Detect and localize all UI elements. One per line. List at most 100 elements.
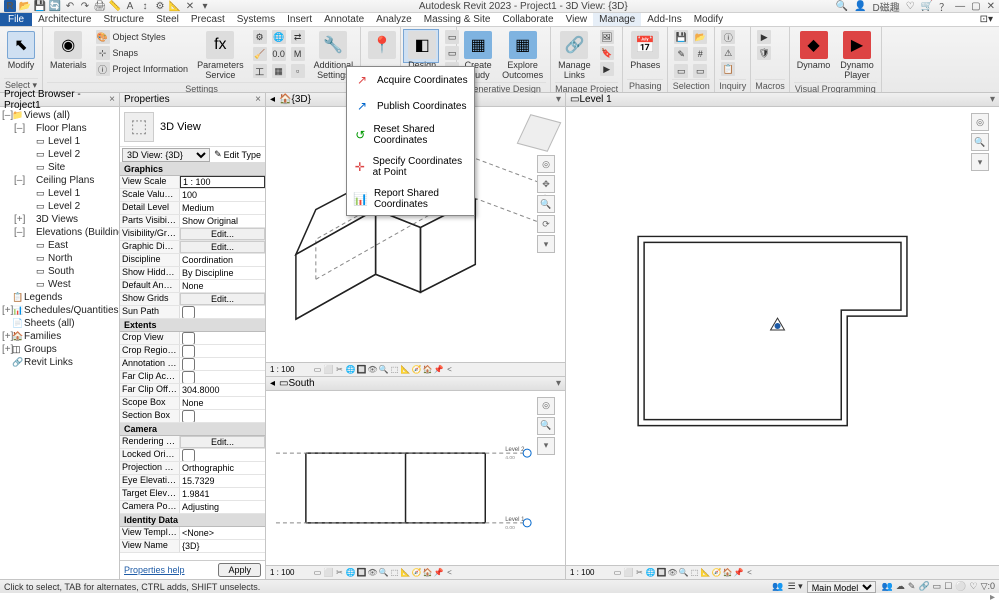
view-tool-icon[interactable]: 🌐 bbox=[645, 567, 656, 578]
view-tool-icon[interactable]: 🌐 bbox=[345, 364, 356, 375]
view-tool-icon[interactable]: ⬜ bbox=[623, 567, 634, 578]
ribbon-collapse-icon[interactable]: ⊡▾ bbox=[974, 13, 999, 26]
view-tool-icon[interactable]: 🔲 bbox=[356, 567, 367, 578]
tree-node[interactable]: ▭Level 1 bbox=[2, 135, 117, 148]
view-3d-max-icon[interactable]: ▾ bbox=[556, 94, 561, 105]
prop-row[interactable]: Visibility/Grap...Edit... bbox=[120, 228, 265, 241]
tree-node[interactable]: 📋Legends bbox=[2, 291, 117, 304]
nav-more-icon[interactable]: ▾ bbox=[537, 235, 555, 253]
help-icon[interactable]: ？ bbox=[939, 0, 949, 14]
location-button[interactable]: 📍 bbox=[365, 29, 399, 61]
purge-button[interactable]: 🧹 bbox=[251, 46, 269, 62]
tab-manage[interactable]: Manage bbox=[593, 13, 641, 26]
prop-row[interactable]: Projection Mo...Orthographic bbox=[120, 462, 265, 475]
tree-node[interactable]: 🔗Revit Links bbox=[2, 356, 117, 369]
status-ws-icon[interactable]: 👥 bbox=[772, 581, 783, 592]
status-heart-icon[interactable]: ♡ bbox=[969, 581, 977, 592]
view-tool-icon[interactable]: 🧭 bbox=[411, 364, 422, 375]
snaps-button[interactable]: ⊹Snaps bbox=[94, 45, 191, 61]
prop-row[interactable]: Crop View bbox=[120, 332, 265, 345]
decal-button[interactable]: 🔖 bbox=[598, 45, 616, 61]
tree-node[interactable]: ▭North bbox=[2, 252, 117, 265]
nav-zoom-icon[interactable]: 🔍 bbox=[537, 195, 555, 213]
properties-help-link[interactable]: Properties help bbox=[124, 565, 185, 575]
nav-wheel-icon[interactable]: ◎ bbox=[537, 155, 555, 173]
tab-annotate[interactable]: Annotate bbox=[318, 13, 370, 26]
view-level1-max-icon[interactable]: ▾ bbox=[990, 94, 995, 105]
properties-grid[interactable]: GraphicsView Scale1 : 100Scale Value 1:1… bbox=[120, 163, 265, 560]
prop-row[interactable]: Default Analys...None bbox=[120, 280, 265, 293]
nav-more-icon[interactable]: ▾ bbox=[971, 153, 989, 171]
prop-row[interactable]: Detail LevelMedium bbox=[120, 202, 265, 215]
explore-outcomes-button[interactable]: ▦Explore Outcomes bbox=[499, 29, 546, 82]
dynamo-player-button[interactable]: ▶Dynamo Player bbox=[837, 29, 877, 82]
prop-row[interactable]: View Template<None> bbox=[120, 527, 265, 540]
prop-row[interactable]: Show GridsEdit... bbox=[120, 293, 265, 306]
view-tool-icon[interactable]: 👁 bbox=[367, 567, 378, 578]
view-level1-canvas[interactable]: ◎ 🔍 ▾ bbox=[566, 107, 999, 565]
view-tool-icon[interactable]: < bbox=[744, 567, 755, 578]
view-tool-icon[interactable]: ⬚ bbox=[389, 567, 400, 578]
close-tab-icon[interactable]: ◂ bbox=[270, 378, 275, 389]
view-tool-icon[interactable]: ⬜ bbox=[323, 567, 334, 578]
prop-group[interactable]: Extents bbox=[120, 319, 265, 332]
tab-modify[interactable]: Modify bbox=[688, 13, 729, 26]
view-tool-icon[interactable]: 📌 bbox=[433, 567, 444, 578]
status-face-icon[interactable]: ⚪ bbox=[955, 581, 966, 592]
project-info-button[interactable]: ⓘProject Information bbox=[94, 61, 191, 77]
qat-switch-icon[interactable]: ↕ bbox=[139, 0, 151, 12]
prop-row[interactable]: Far Clip Active bbox=[120, 371, 265, 384]
tab-file[interactable]: File bbox=[0, 13, 32, 26]
signin-icon[interactable]: 👤 bbox=[854, 1, 866, 12]
modify-button[interactable]: ⬉ Modify bbox=[4, 29, 38, 72]
view-south-max-icon[interactable]: ▾ bbox=[556, 378, 561, 389]
status-show-icon[interactable]: ☰ ▾ bbox=[788, 581, 803, 592]
units-button[interactable]: 0.0 bbox=[270, 46, 288, 62]
shared-params-button[interactable]: ⚙ bbox=[251, 29, 269, 45]
tree-node[interactable]: [+]3D Views bbox=[2, 213, 117, 226]
view-tool-icon[interactable]: 📐 bbox=[400, 364, 411, 375]
reset-coordinates-item[interactable]: ↺Reset Shared Coordinates bbox=[347, 119, 474, 151]
view-tool-icon[interactable]: 📌 bbox=[733, 567, 744, 578]
view-tool-icon[interactable]: 🔍 bbox=[378, 567, 389, 578]
status-edit-icon[interactable]: ✎ bbox=[908, 581, 916, 592]
prop-row[interactable]: View Name{3D} bbox=[120, 540, 265, 553]
view-tool-icon[interactable]: ▭ bbox=[312, 364, 323, 375]
prop-row[interactable]: Show Hidden ...By Discipline bbox=[120, 267, 265, 280]
misc-button[interactable]: ▫ bbox=[289, 63, 307, 79]
view-tool-icon[interactable]: < bbox=[444, 567, 455, 578]
prop-row[interactable]: Sun Path bbox=[120, 306, 265, 319]
scroll-icon[interactable]: ▸ bbox=[990, 592, 995, 603]
prop-row[interactable]: Parts VisibilityShow Original bbox=[120, 215, 265, 228]
nav-wheel-icon[interactable]: ◎ bbox=[537, 397, 555, 415]
user-label[interactable]: D磁趣 bbox=[873, 0, 900, 14]
view-tool-icon[interactable]: ⬜ bbox=[323, 364, 334, 375]
qat-redo-icon[interactable]: ↷ bbox=[79, 0, 91, 12]
view-tool-icon[interactable]: ▭ bbox=[312, 567, 323, 578]
prop-row[interactable]: Eye Elevation15.7329 bbox=[120, 475, 265, 488]
view-tool-icon[interactable]: 🧭 bbox=[411, 567, 422, 578]
prop-row[interactable]: Target Elevati...1.9841 bbox=[120, 488, 265, 501]
prop-row[interactable]: View Scale1 : 100 bbox=[120, 176, 265, 189]
view-tool-icon[interactable]: ⬚ bbox=[389, 364, 400, 375]
tab-insert[interactable]: Insert bbox=[281, 13, 318, 26]
qat-sync-icon[interactable]: 🔄 bbox=[49, 0, 61, 12]
tab-massing[interactable]: Massing & Site bbox=[418, 13, 497, 26]
qat-thin-icon[interactable]: 📐 bbox=[169, 0, 181, 12]
qat-a-icon[interactable]: A bbox=[124, 0, 136, 12]
view-3d-scale[interactable]: 1 : 100 bbox=[270, 365, 310, 374]
specify-coordinates-item[interactable]: ✛Specify Coordinates at Point bbox=[347, 151, 474, 183]
struct-button[interactable]: 工 bbox=[251, 63, 269, 79]
project-browser-close-icon[interactable]: × bbox=[109, 94, 115, 105]
tree-node[interactable]: [+]🏠Families bbox=[2, 330, 117, 343]
tab-architecture[interactable]: Architecture bbox=[32, 13, 97, 26]
view-tool-icon[interactable]: 📐 bbox=[700, 567, 711, 578]
tree-node[interactable]: ▭Level 1 bbox=[2, 187, 117, 200]
tab-precast[interactable]: Precast bbox=[185, 13, 231, 26]
view-tool-icon[interactable]: ⬚ bbox=[689, 567, 700, 578]
view-tool-icon[interactable]: 📐 bbox=[400, 567, 411, 578]
qat-open-icon[interactable]: 📂 bbox=[19, 0, 31, 12]
tab-view[interactable]: View bbox=[560, 13, 594, 26]
prop-group[interactable]: Camera bbox=[120, 423, 265, 436]
view-tool-icon[interactable]: 🔍 bbox=[678, 567, 689, 578]
